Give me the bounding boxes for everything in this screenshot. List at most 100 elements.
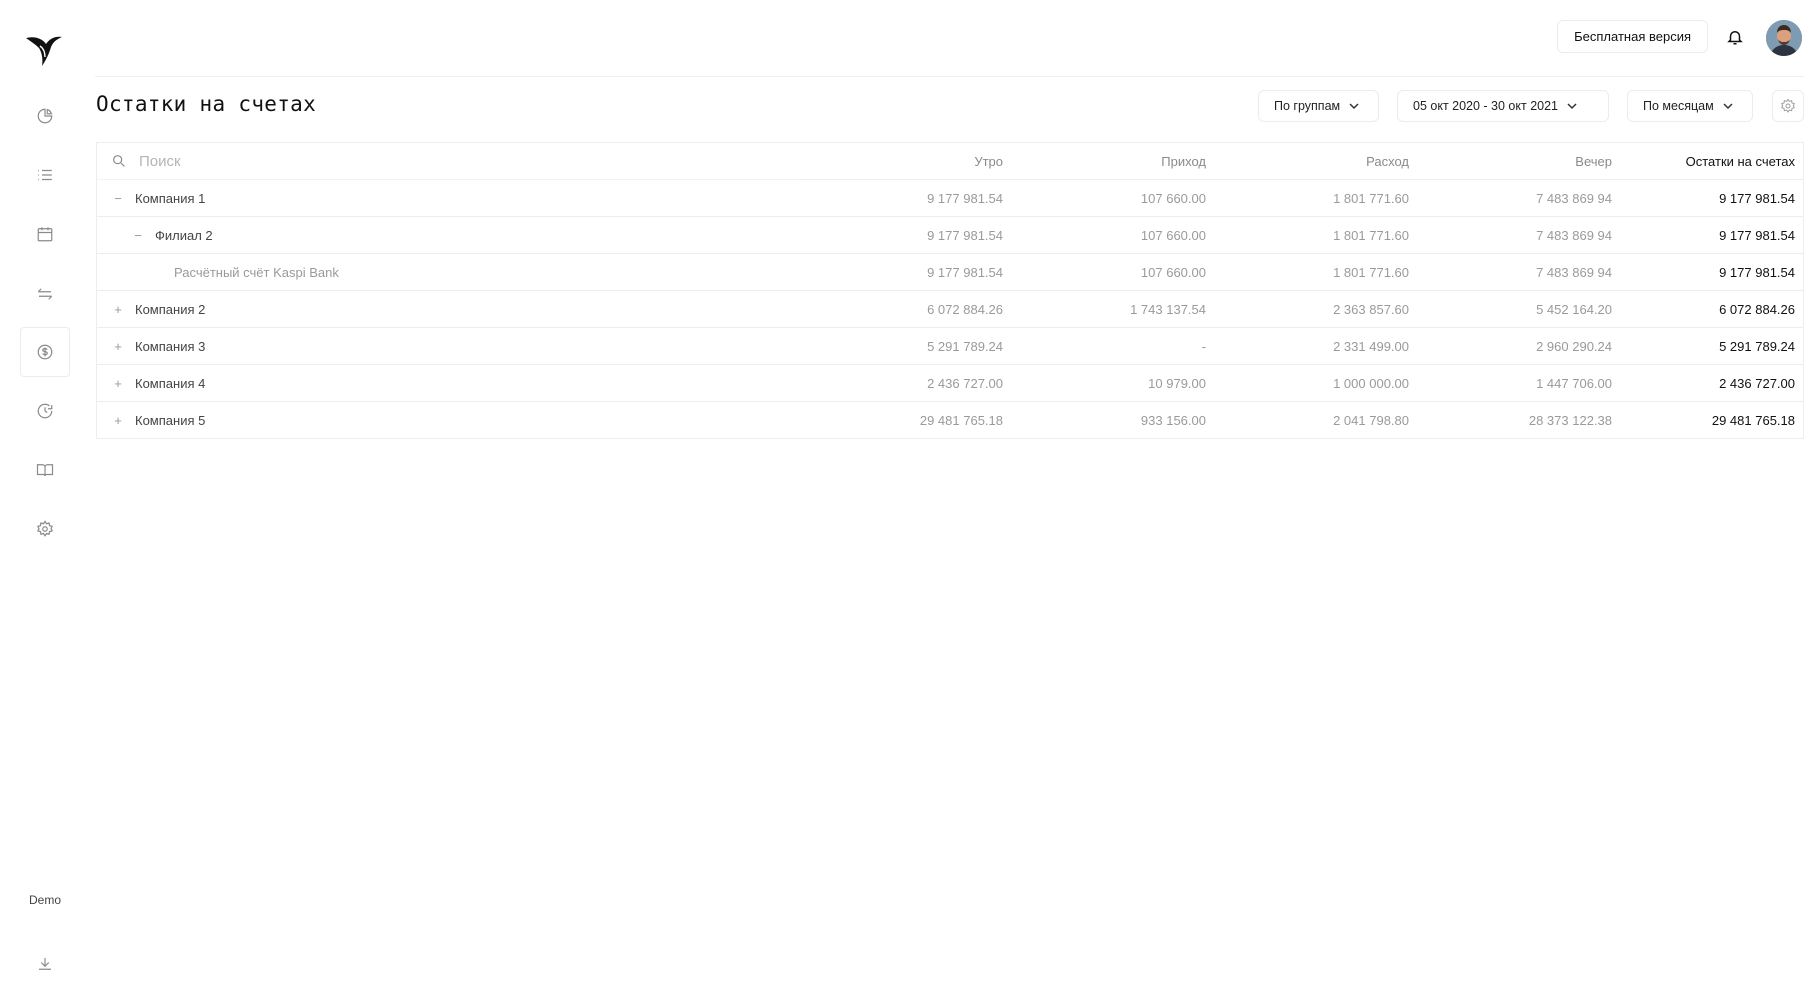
table-row[interactable]: + Компания 4 2 436 727.00 10 979.00 1 00… — [97, 365, 1803, 402]
sidebar-item-history[interactable] — [20, 386, 70, 436]
cell-morning: 9 177 981.54 — [927, 190, 1003, 206]
row-name: Компания 3 — [135, 338, 206, 354]
cell-balance: 5 291 789.24 — [1719, 338, 1795, 354]
avatar[interactable] — [1766, 20, 1802, 56]
cell-evening: 2 960 290.24 — [1536, 338, 1612, 354]
sidebar-item-analytics[interactable] — [20, 91, 70, 141]
table-row[interactable]: + Компания 3 5 291 789.24 - 2 331 499.00… — [97, 328, 1803, 365]
cell-morning: 29 481 765.18 — [919, 412, 1003, 428]
free-version-button[interactable]: Бесплатная версия — [1557, 20, 1708, 53]
cell-income: - — [1201, 338, 1206, 354]
sidebar-item-docs[interactable] — [20, 445, 70, 495]
cell-balance: 6 072 884.26 — [1719, 301, 1795, 317]
cell-income: 10 979.00 — [1148, 375, 1206, 391]
cell-balance: 9 177 981.54 — [1719, 264, 1795, 280]
row-name: Компания 1 — [135, 190, 206, 206]
list-icon — [38, 169, 52, 181]
user-avatar-icon — [1766, 20, 1802, 56]
cell-balance: 9 177 981.54 — [1719, 227, 1795, 243]
cell-expense: 2 331 499.00 — [1333, 338, 1409, 354]
chevron-down-icon — [1723, 103, 1733, 110]
column-header-expense[interactable]: Расход — [1206, 154, 1409, 169]
sidebar-item-balances[interactable] — [20, 327, 70, 377]
cell-income: 933 156.00 — [1140, 412, 1206, 428]
bell-icon[interactable] — [1726, 28, 1744, 46]
table-row[interactable]: − Филиал 2 9 177 981.54 107 660.00 1 801… — [97, 217, 1803, 254]
sidebar-item-settings[interactable] — [20, 504, 70, 554]
cell-balance: 9 177 981.54 — [1719, 190, 1795, 206]
cell-evening: 28 373 122.38 — [1528, 412, 1612, 428]
cell-balance: 2 436 727.00 — [1719, 375, 1795, 391]
cell-morning: 5 291 789.24 — [927, 338, 1003, 354]
cell-balance: 29 481 765.18 — [1711, 412, 1795, 428]
download-icon[interactable] — [36, 955, 54, 973]
date-range-dropdown[interactable]: 05 окт 2020 - 30 окт 2021 — [1397, 90, 1609, 122]
sidebar-item-calendar[interactable] — [20, 209, 70, 259]
search-box[interactable] — [97, 143, 802, 180]
balances-table: Утро Приход Расход Вечер Остатки на счет… — [96, 142, 1804, 439]
cell-evening: 7 483 869 94 — [1536, 264, 1612, 280]
column-header-income[interactable]: Приход — [1003, 154, 1206, 169]
cell-evening: 7 483 869 94 — [1536, 190, 1612, 206]
collapse-toggle[interactable]: − — [111, 191, 125, 206]
sidebar-item-list[interactable] — [20, 150, 70, 200]
row-name: Компания 2 — [135, 301, 206, 317]
bird-logo-icon[interactable] — [24, 30, 64, 70]
cell-morning: 9 177 981.54 — [927, 227, 1003, 243]
row-name: Расчётный счёт Kaspi Bank — [174, 264, 339, 280]
cell-evening: 7 483 869 94 — [1536, 227, 1612, 243]
table-row[interactable]: + Компания 5 29 481 765.18 933 156.00 2 … — [97, 402, 1803, 439]
pie-chart-icon — [37, 108, 53, 124]
cell-expense: 2 363 857.60 — [1333, 301, 1409, 317]
grouping-value: По группам — [1274, 99, 1341, 113]
sidebar: Demo — [0, 0, 90, 1008]
expand-toggle[interactable]: + — [111, 302, 125, 317]
cell-income: 1 743 137.54 — [1130, 301, 1206, 317]
period-dropdown[interactable]: По месяцам — [1627, 90, 1753, 122]
table-row[interactable]: + Компания 2 6 072 884.26 1 743 137.54 2… — [97, 291, 1803, 328]
cell-income: 107 660.00 — [1140, 227, 1206, 243]
table-header: Утро Приход Расход Вечер Остатки на счет… — [97, 143, 1803, 180]
top-bar: Бесплатная версия — [95, 0, 1804, 77]
cell-expense: 1 801 771.60 — [1333, 264, 1409, 280]
cell-expense: 1 000 000.00 — [1333, 375, 1409, 391]
page-title: Остатки на счетах — [96, 92, 317, 116]
row-name: Компания 5 — [135, 412, 206, 428]
column-header-balance[interactable]: Остатки на счетах — [1612, 154, 1805, 169]
chevron-down-icon — [1349, 103, 1359, 110]
cell-morning: 2 436 727.00 — [927, 375, 1003, 391]
gear-icon — [37, 520, 53, 537]
date-range-value: 05 окт 2020 - 30 окт 2021 — [1413, 99, 1558, 113]
period-value: По месяцам — [1643, 99, 1714, 113]
search-input[interactable] — [137, 151, 741, 171]
row-name: Компания 4 — [135, 375, 206, 391]
open-book-icon — [36, 464, 54, 477]
gear-icon — [1780, 98, 1796, 113]
grouping-dropdown[interactable]: По группам — [1258, 90, 1379, 122]
cell-morning: 9 177 981.54 — [927, 264, 1003, 280]
column-header-morning[interactable]: Утро — [801, 154, 1003, 169]
dollar-circle-icon — [37, 344, 53, 360]
cell-expense: 1 801 771.60 — [1333, 227, 1409, 243]
history-clock-icon — [37, 403, 53, 419]
expand-toggle[interactable]: + — [111, 339, 125, 354]
table-row[interactable]: Расчётный счёт Kaspi Bank 9 177 981.54 1… — [97, 254, 1803, 291]
cell-evening: 5 452 164.20 — [1536, 301, 1612, 317]
transfer-arrows-icon — [37, 288, 53, 300]
demo-label[interactable]: Demo — [0, 893, 90, 907]
chevron-down-icon — [1567, 103, 1577, 110]
expand-toggle[interactable]: + — [111, 376, 125, 391]
sidebar-item-transfers[interactable] — [20, 269, 70, 319]
cell-income: 107 660.00 — [1140, 190, 1206, 206]
column-header-evening[interactable]: Вечер — [1409, 154, 1612, 169]
search-icon — [113, 155, 125, 167]
table-settings-button[interactable] — [1772, 90, 1804, 122]
table-row[interactable]: − Компания 1 9 177 981.54 107 660.00 1 8… — [97, 180, 1803, 217]
cell-income: 107 660.00 — [1140, 264, 1206, 280]
collapse-toggle[interactable]: − — [131, 228, 145, 243]
cell-expense: 1 801 771.60 — [1333, 190, 1409, 206]
cell-expense: 2 041 798.80 — [1333, 412, 1409, 428]
row-name: Филиал 2 — [155, 227, 213, 243]
cell-morning: 6 072 884.26 — [927, 301, 1003, 317]
expand-toggle[interactable]: + — [111, 413, 125, 428]
